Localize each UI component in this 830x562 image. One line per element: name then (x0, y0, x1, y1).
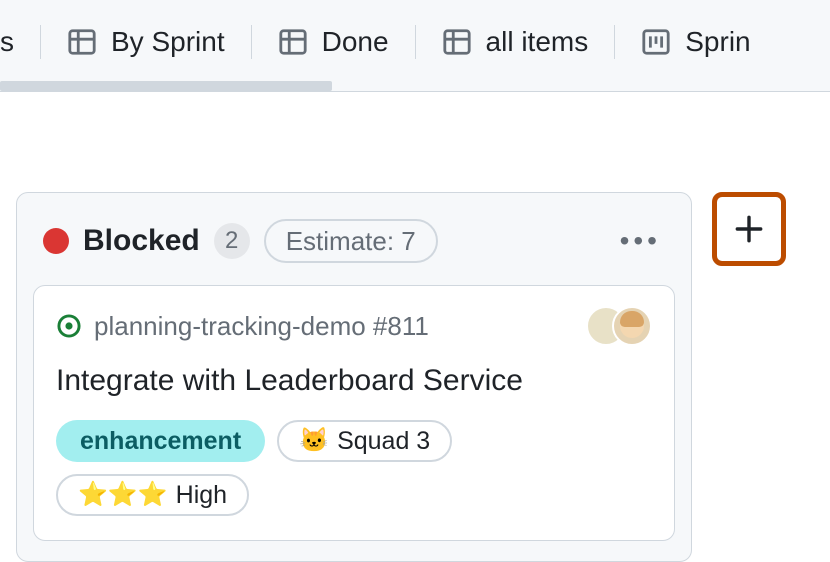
tab-truncated-left: s (0, 26, 14, 58)
view-tabs: s By Sprint Done (0, 0, 830, 84)
horizontal-scrollbar[interactable] (0, 81, 332, 91)
issue-title: Integrate with Leaderboard Service (56, 364, 652, 398)
tab-separator (614, 25, 615, 59)
avatar[interactable] (612, 306, 652, 346)
tab-done[interactable]: Done (278, 26, 389, 58)
assignee-avatars[interactable] (586, 306, 652, 346)
tab-by-sprint[interactable]: By Sprint (67, 26, 225, 58)
column-estimate-badge: Estimate: 7 (264, 219, 438, 263)
column-blocked: Blocked 2 Estimate: 7 ••• planning-track… (16, 192, 692, 562)
label-squad[interactable]: 🐱 Squad 3 (277, 420, 452, 462)
label-text: High (176, 481, 227, 510)
board-icon (641, 27, 671, 57)
tab-separator (251, 25, 252, 59)
issue-reference[interactable]: planning-tracking-demo #811 (94, 311, 574, 342)
column-menu-button[interactable]: ••• (612, 219, 669, 263)
view-tabstrip: s By Sprint Done (0, 0, 830, 92)
column-title: Blocked (83, 224, 200, 258)
tab-label: all items (486, 26, 589, 58)
card-labels: enhancement 🐱 Squad 3 ⭐⭐⭐ High (56, 420, 652, 516)
status-dot-icon (43, 228, 69, 254)
label-enhancement[interactable]: enhancement (56, 420, 265, 462)
tab-label: Done (322, 26, 389, 58)
column-count-badge: 2 (214, 223, 250, 259)
column-header: Blocked 2 Estimate: 7 ••• (33, 209, 675, 285)
board-area: Blocked 2 Estimate: 7 ••• planning-track… (0, 92, 830, 562)
tab-label: Sprin (685, 26, 750, 58)
issue-card[interactable]: planning-tracking-demo #811 Integrate wi… (33, 285, 675, 541)
label-text: Squad 3 (337, 427, 430, 456)
cat-emoji-icon: 🐱 (299, 429, 329, 453)
table-icon (442, 27, 472, 57)
tab-sprint-board[interactable]: Sprin (641, 26, 750, 58)
open-issue-icon (56, 313, 82, 339)
table-icon (278, 27, 308, 57)
tab-separator (40, 25, 41, 59)
kebab-icon: ••• (620, 225, 661, 256)
tab-all-items[interactable]: all items (442, 26, 589, 58)
star-emoji-icon: ⭐⭐⭐ (78, 483, 168, 507)
tab-separator (415, 25, 416, 59)
add-column-button[interactable] (712, 192, 786, 266)
table-icon (67, 27, 97, 57)
card-header: planning-tracking-demo #811 (56, 306, 652, 346)
plus-icon (732, 212, 766, 246)
label-priority[interactable]: ⭐⭐⭐ High (56, 474, 249, 516)
tab-label: By Sprint (111, 26, 225, 58)
